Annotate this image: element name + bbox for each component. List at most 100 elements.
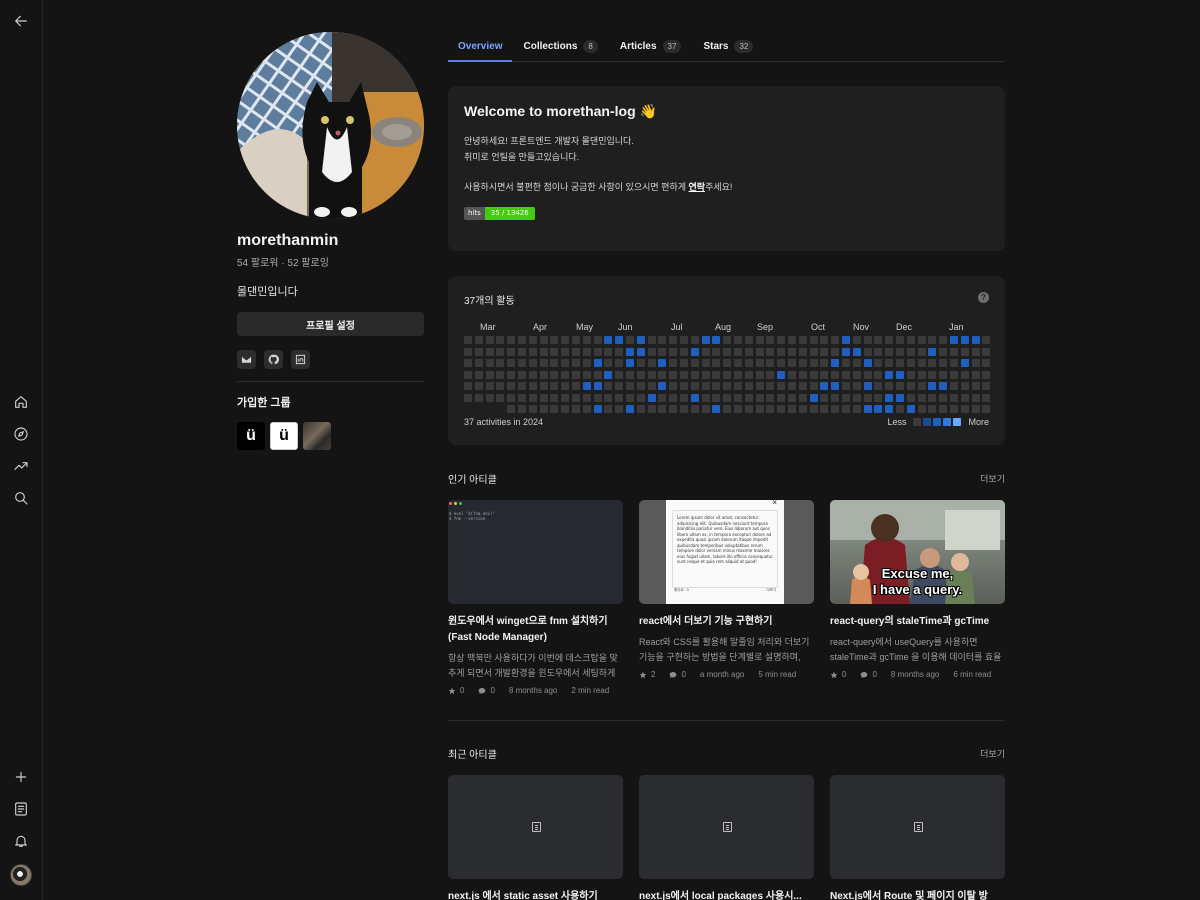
activity-cell[interactable] [852, 405, 861, 413]
activity-cell[interactable] [474, 382, 483, 390]
activity-cell[interactable] [669, 405, 678, 413]
activity-cell[interactable] [939, 370, 948, 379]
follow-counts[interactable]: 54 팔로워 · 52 팔로잉 [237, 254, 424, 269]
activity-cell[interactable] [896, 370, 904, 379]
activity-cell[interactable] [518, 382, 526, 390]
activity-cell[interactable] [820, 359, 829, 367]
activity-cell[interactable] [874, 405, 883, 413]
activity-cell[interactable] [615, 336, 624, 344]
activity-cell[interactable] [658, 405, 667, 413]
activity-cell[interactable] [604, 370, 613, 379]
activity-cell[interactable] [550, 405, 559, 413]
activity-cell[interactable] [604, 405, 613, 413]
activity-cell[interactable] [766, 393, 775, 402]
activity-cell[interactable] [528, 393, 537, 402]
activity-cell[interactable] [518, 370, 526, 379]
activity-cell[interactable] [593, 336, 602, 344]
activity-cell[interactable] [561, 393, 570, 402]
activity-cell[interactable] [669, 370, 678, 379]
activity-cell[interactable] [507, 347, 516, 356]
activity-cell[interactable] [744, 347, 753, 356]
activity-cell[interactable] [939, 359, 948, 367]
profile-settings-button[interactable]: 프로필 설정 [237, 312, 424, 336]
activity-cell[interactable] [485, 359, 494, 367]
activity-cell[interactable] [615, 370, 624, 379]
activity-cell[interactable] [788, 393, 796, 402]
activity-cell[interactable] [561, 359, 570, 367]
activity-cell[interactable] [896, 393, 904, 402]
activity-cell[interactable] [831, 382, 840, 390]
activity-cell[interactable] [593, 370, 602, 379]
activity-cell[interactable] [852, 347, 861, 356]
activity-cell[interactable] [572, 393, 580, 402]
activity-cell[interactable] [474, 359, 483, 367]
article-card[interactable]: Lorem ipsum dolor sit amet, consectetur … [639, 500, 814, 679]
activity-cell[interactable] [550, 359, 559, 367]
activity-cell[interactable] [658, 382, 667, 390]
activity-cell[interactable] [593, 347, 602, 356]
activity-cell[interactable] [561, 370, 570, 379]
activity-cell[interactable] [723, 336, 732, 344]
activity-cell[interactable] [507, 382, 516, 390]
activity-cell[interactable] [777, 382, 786, 390]
activity-cell[interactable] [464, 336, 472, 344]
activity-cell[interactable] [863, 336, 872, 344]
activity-cell[interactable] [701, 393, 710, 402]
activity-cell[interactable] [928, 382, 937, 390]
activity-cell[interactable] [539, 347, 548, 356]
activity-cell[interactable] [906, 382, 915, 390]
activity-cell[interactable] [950, 382, 958, 390]
activity-cell[interactable] [917, 370, 926, 379]
activity-cell[interactable] [842, 359, 850, 367]
activity-cell[interactable] [734, 336, 742, 344]
activity-cell[interactable] [971, 336, 980, 344]
back-arrow-icon[interactable] [9, 9, 33, 33]
activity-cell[interactable] [831, 359, 840, 367]
activity-cell[interactable] [518, 393, 526, 402]
activity-cell[interactable] [734, 347, 742, 356]
activity-cell[interactable] [658, 359, 667, 367]
activity-cell[interactable] [982, 382, 991, 390]
activity-cell[interactable] [755, 359, 764, 367]
activity-cell[interactable] [572, 359, 580, 367]
activity-cell[interactable] [615, 405, 624, 413]
activity-cell[interactable] [928, 405, 937, 413]
article-card[interactable]: next.js에서 local packages 사용시... [639, 775, 814, 900]
activity-cell[interactable] [615, 382, 624, 390]
activity-cell[interactable] [496, 359, 505, 367]
activity-cell[interactable] [798, 359, 807, 367]
activity-cell[interactable] [582, 405, 591, 413]
activity-cell[interactable] [755, 393, 764, 402]
activity-cell[interactable] [744, 405, 753, 413]
activity-cell[interactable] [939, 393, 948, 402]
activity-cell[interactable] [831, 347, 840, 356]
activity-cell[interactable] [852, 393, 861, 402]
linkedin-icon[interactable] [291, 350, 310, 369]
activity-cell[interactable] [809, 405, 818, 413]
activity-cell[interactable] [604, 382, 613, 390]
activity-cell[interactable] [906, 370, 915, 379]
activity-cell[interactable] [788, 382, 796, 390]
article-card[interactable]: Next.js에서 Route 및 페이지 이탈 방지... [830, 775, 1005, 900]
activity-cell[interactable] [723, 382, 732, 390]
activity-cell[interactable] [712, 336, 721, 344]
activity-cell[interactable] [647, 336, 656, 344]
activity-cell[interactable] [950, 336, 958, 344]
activity-cell[interactable] [712, 382, 721, 390]
activity-cell[interactable] [809, 359, 818, 367]
activity-cell[interactable] [906, 347, 915, 356]
activity-cell[interactable] [788, 370, 796, 379]
activity-cell[interactable] [971, 382, 980, 390]
activity-cell[interactable] [982, 336, 991, 344]
activity-cell[interactable] [528, 405, 537, 413]
activity-cell[interactable] [885, 359, 894, 367]
activity-cell[interactable] [626, 336, 634, 344]
activity-cell[interactable] [820, 336, 829, 344]
activity-cell[interactable] [755, 347, 764, 356]
activity-cell[interactable] [604, 359, 613, 367]
activity-cell[interactable] [701, 382, 710, 390]
activity-cell[interactable] [809, 393, 818, 402]
activity-cell[interactable] [712, 370, 721, 379]
activity-cell[interactable] [939, 382, 948, 390]
activity-cell[interactable] [593, 393, 602, 402]
